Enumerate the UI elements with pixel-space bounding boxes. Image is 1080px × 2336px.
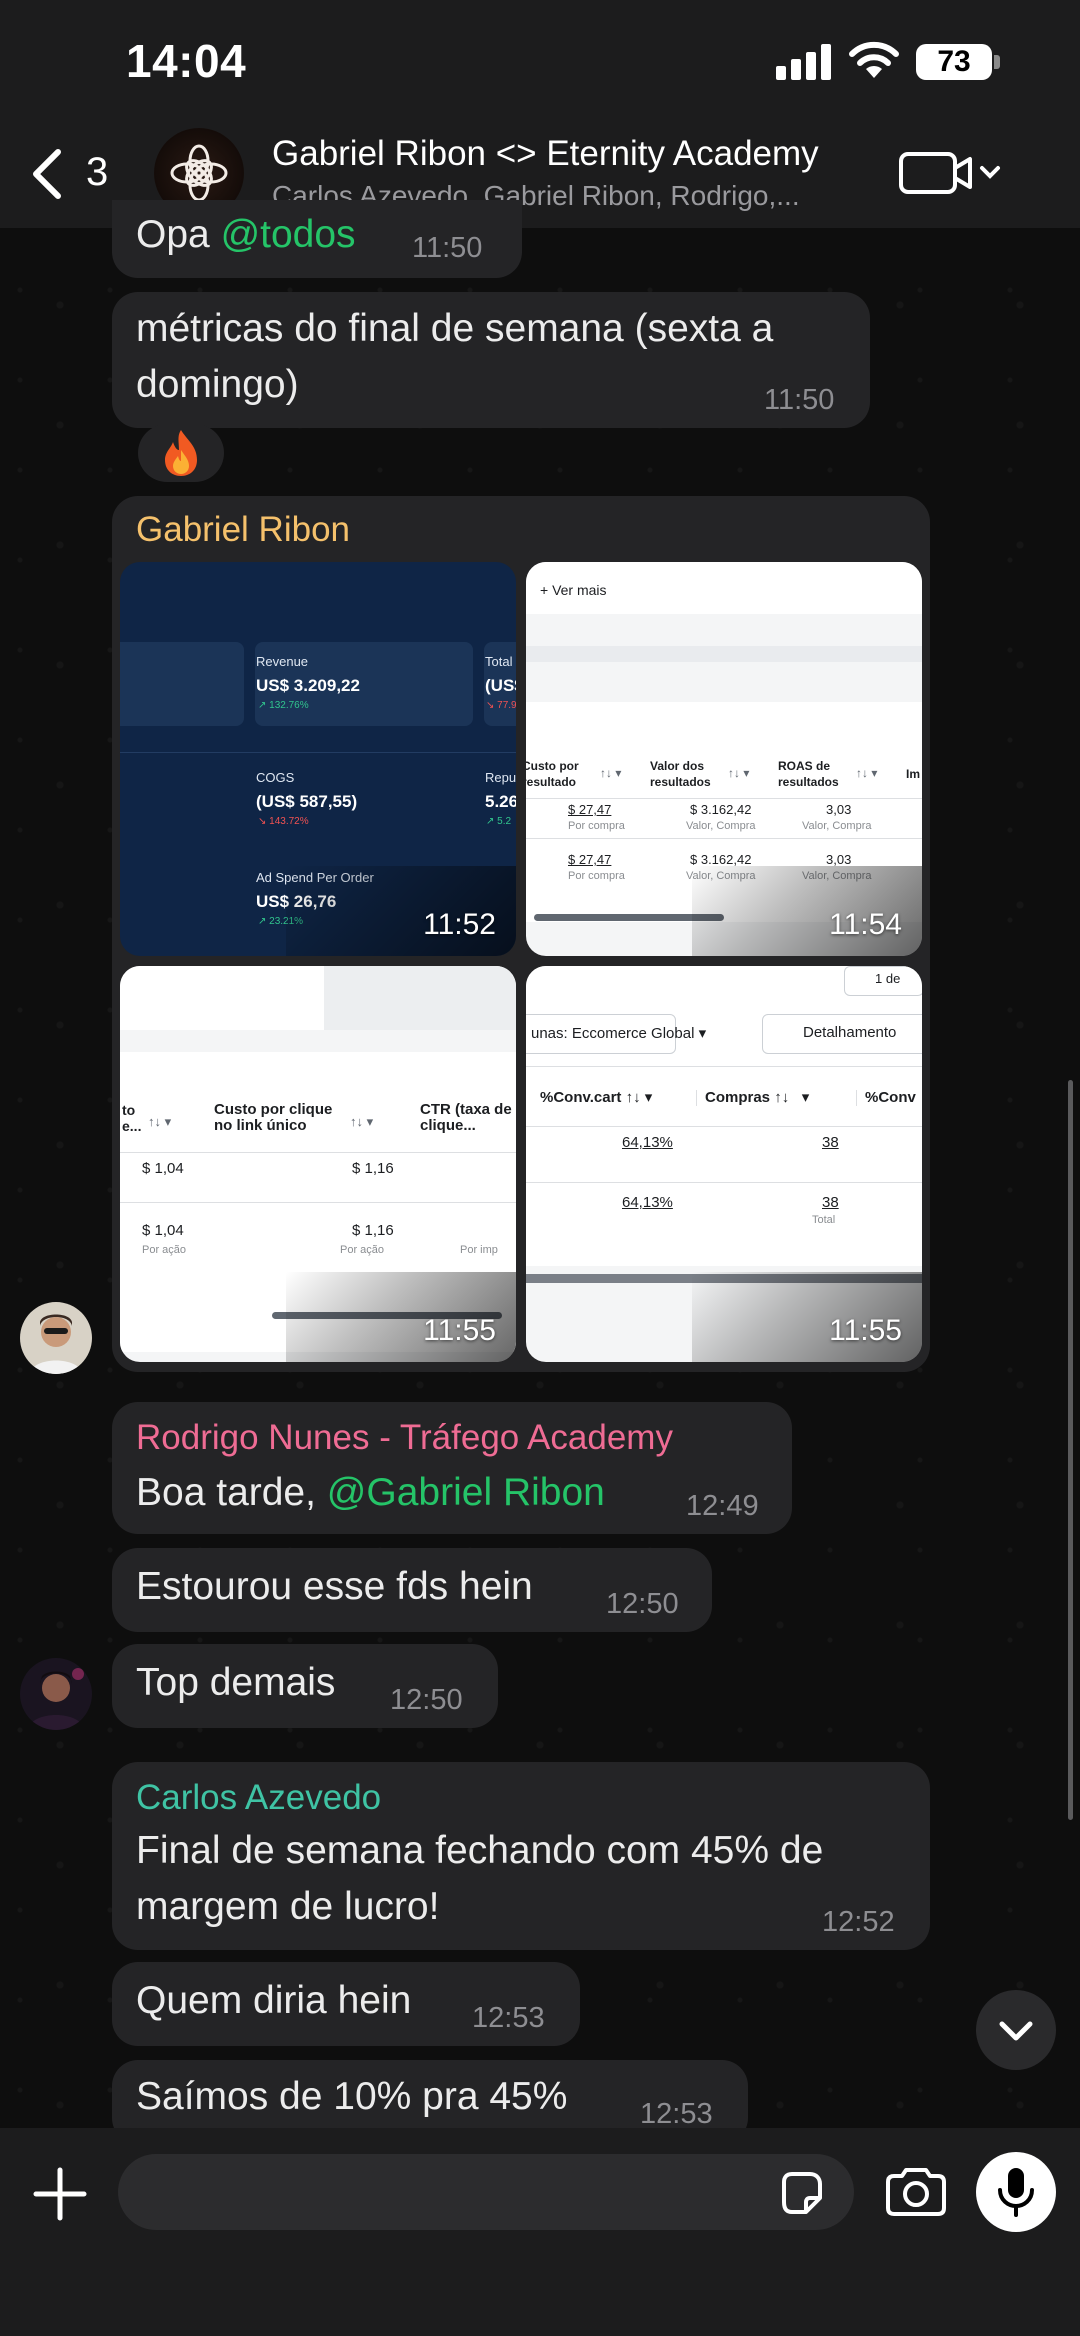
chat-title[interactable]: Gabriel Ribon <> Eternity Academy [272,134,819,174]
unread-count[interactable]: 3 [86,150,108,195]
message-text-line: margem de lucro! [136,1885,440,1928]
media-time: 11:54 [829,908,902,941]
media-time: 11:55 [829,1314,902,1347]
avatar-rodrigo[interactable] [20,1658,92,1730]
camera-icon[interactable] [884,2166,948,2218]
message-text-line: domingo) [136,363,299,406]
video-call-icon[interactable] [898,148,1002,198]
wifi-icon [849,41,899,78]
battery-indicator: 73 [916,44,992,80]
status-time: 14:04 [126,35,247,87]
message-time: 12:53 [640,2098,713,2130]
message-time: 12:50 [606,1588,679,1620]
sticker-icon[interactable] [776,2168,826,2218]
chevron-down-icon [999,2021,1033,2041]
chat-scrollbar[interactable] [1068,1080,1073,1820]
person-photo-icon [20,1658,92,1730]
cellular-signal-icon [776,44,836,80]
media-thumbnail-ads-table[interactable]: + Ver mais Custo por resultado ↑↓ ▾ Valo… [526,562,922,956]
message-input[interactable] [118,2154,854,2230]
person-photo-icon [20,1302,92,1374]
message-time: 11:50 [412,232,483,264]
message-text: Estourou esse fds hein [136,1565,533,1608]
message-time: 12:50 [390,1684,463,1716]
fire-emoji-icon [165,430,197,476]
reaction-badge[interactable]: 🔥 [138,424,224,482]
message-time: 12:53 [472,2002,545,2034]
media-thumbnail-cpc-table[interactable]: to e... ↑↓ ▾ Custo por clique no link ún… [120,966,516,1362]
message-time: 11:50 [764,384,835,416]
message-text-line: Final de semana fechando com 45% de [136,1829,824,1872]
avatar-gabriel[interactable] [20,1302,92,1374]
scroll-to-bottom-button[interactable] [976,1990,1056,2070]
sender-name[interactable]: Carlos Azevedo [136,1778,381,1818]
microphone-icon [998,2168,1034,2217]
message-text: Saímos de 10% pra 45% [136,2075,568,2118]
message-text: Quem diria hein [136,1979,412,2022]
back-chevron-icon[interactable] [28,146,68,202]
media-time: 11:55 [423,1314,496,1347]
message-text: Top demais [136,1661,336,1704]
message-time: 12:49 [686,1490,759,1522]
sender-name[interactable]: Gabriel Ribon [136,510,350,550]
message-text: Boa tarde, @Gabriel Ribon [136,1471,605,1514]
attach-plus-icon[interactable] [30,2164,90,2224]
mention-link[interactable]: @Gabriel Ribon [327,1471,605,1514]
mention-link[interactable]: @todos [221,213,356,256]
message-text-line: métricas do final de semana (sexta a [136,307,774,350]
media-thumbnail-dashboard[interactable]: Revenue US$ 3.209,22 ↗ 132.76% Total ( (… [120,562,516,956]
battery-tip [994,55,1000,69]
media-time: 11:52 [423,908,496,941]
message-text: Opa @todos [136,213,356,256]
microphone-button[interactable] [976,2152,1056,2232]
media-thumbnail-conversions-table[interactable]: 1 de unas: Eccomerce Global ▾ Detalhamen… [526,966,922,1362]
sender-name[interactable]: Rodrigo Nunes - Tráfego Academy [136,1418,673,1458]
message-time: 12:52 [822,1906,895,1938]
